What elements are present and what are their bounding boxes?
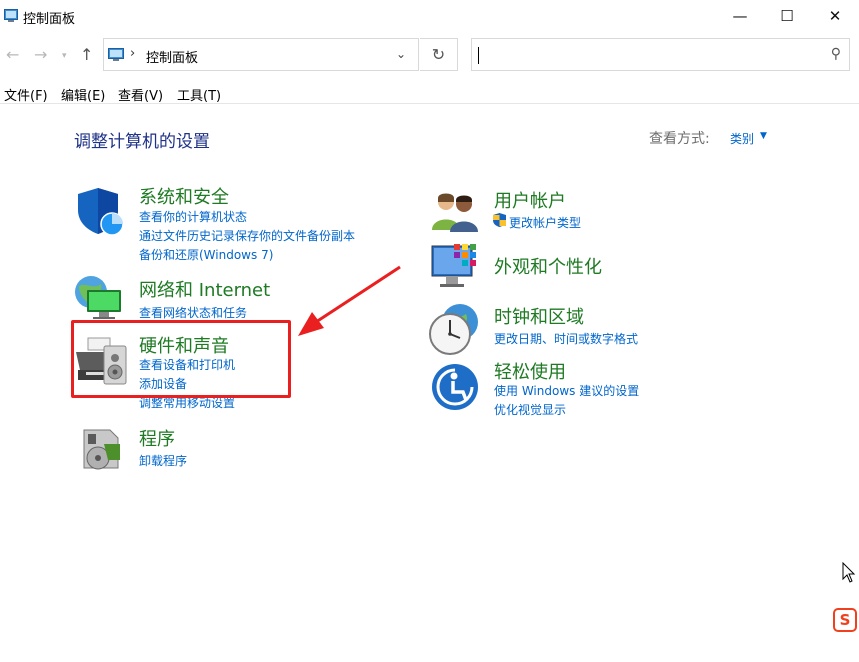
ime-icon[interactable]: S xyxy=(833,608,857,632)
close-button[interactable]: ✕ xyxy=(810,0,859,32)
maximize-button[interactable]: ☐ xyxy=(762,0,812,32)
minimize-button[interactable]: — xyxy=(715,0,765,32)
menu-file[interactable]: 文件(F) xyxy=(4,85,48,104)
close-icon: ✕ xyxy=(828,7,842,25)
mouse-cursor-icon xyxy=(842,562,856,583)
link-network-status[interactable]: 查看网络状态和任务 xyxy=(139,304,247,321)
category-appearance[interactable]: 外观和个性化 xyxy=(494,253,602,279)
link-file-history[interactable]: 通过文件历史记录保存你的文件备份副本 xyxy=(139,227,355,244)
network-globe-icon xyxy=(75,276,121,319)
control-panel-icon xyxy=(108,48,124,61)
text-caret xyxy=(478,47,479,64)
annotation-highlight-box xyxy=(71,320,291,398)
address-bar[interactable]: › 控制面板 ⌄ xyxy=(103,38,419,71)
search-icon[interactable]: ⚲ xyxy=(831,46,841,62)
control-panel-icon xyxy=(4,9,18,22)
category-system-security[interactable]: 系统和安全 xyxy=(139,183,229,209)
user-accounts-icon xyxy=(432,193,478,232)
security-shield-icon xyxy=(78,188,124,236)
title-bar: 控制面板 — ☐ ✕ xyxy=(0,0,859,34)
chevron-down-icon[interactable]: ▼ xyxy=(760,131,767,141)
menu-edit[interactable]: 编辑(E) xyxy=(61,85,105,104)
maximize-icon: ☐ xyxy=(780,7,794,25)
back-button[interactable]: ← xyxy=(6,45,19,64)
link-optimize-visual[interactable]: 优化视觉显示 xyxy=(494,401,566,418)
chevron-down-icon[interactable]: ⌄ xyxy=(396,47,406,61)
menu-view[interactable]: 查看(V) xyxy=(118,85,163,104)
breadcrumb-separator[interactable]: › xyxy=(130,46,135,61)
menu-tools[interactable]: 工具(T) xyxy=(177,85,221,104)
menu-bar: 文件(F) 编辑(E) 查看(V) 工具(T) xyxy=(0,82,859,104)
refresh-icon: ↻ xyxy=(431,45,446,64)
ease-of-access-icon xyxy=(432,364,478,410)
appearance-monitor-icon xyxy=(431,244,476,287)
link-view-computer-status[interactable]: 查看你的计算机状态 xyxy=(139,208,247,225)
category-clock-region[interactable]: 时钟和区域 xyxy=(494,303,584,329)
refresh-button[interactable]: ↻ xyxy=(420,38,458,71)
category-ease-of-access[interactable]: 轻松使用 xyxy=(494,358,566,384)
link-change-account-type[interactable]: 更改帐户类型 xyxy=(509,214,581,231)
window-title: 控制面板 xyxy=(23,12,76,27)
annotation-arrow-icon xyxy=(298,265,401,336)
forward-button[interactable]: → xyxy=(34,45,47,64)
navigation-bar: ← → ▾ ↑ › 控制面板 ⌄ ↻ ⚲ xyxy=(0,34,859,78)
breadcrumb[interactable]: 控制面板 xyxy=(146,47,198,66)
category-network-internet[interactable]: 网络和 Internet xyxy=(139,276,270,302)
uac-shield-icon xyxy=(493,213,506,227)
category-programs[interactable]: 程序 xyxy=(139,425,175,451)
search-input[interactable]: ⚲ xyxy=(471,38,850,71)
view-by-label: 查看方式: xyxy=(649,131,710,147)
link-backup-restore[interactable]: 备份和还原(Windows 7) xyxy=(139,246,273,263)
view-by-dropdown[interactable]: 类别 xyxy=(730,130,754,147)
link-recommended-settings[interactable]: 使用 Windows 建议的设置 xyxy=(494,382,639,399)
clock-globe-icon xyxy=(429,304,478,355)
recent-locations-button[interactable]: ▾ xyxy=(62,51,67,61)
category-user-accounts[interactable]: 用户帐户 xyxy=(494,187,566,213)
link-date-time-format[interactable]: 更改日期、时间或数字格式 xyxy=(494,330,638,347)
page-title: 调整计算机的设置 xyxy=(74,132,210,152)
minimize-icon: — xyxy=(732,7,748,25)
programs-icon xyxy=(83,429,120,470)
link-uninstall-program[interactable]: 卸载程序 xyxy=(139,452,187,469)
up-button[interactable]: ↑ xyxy=(80,45,93,64)
